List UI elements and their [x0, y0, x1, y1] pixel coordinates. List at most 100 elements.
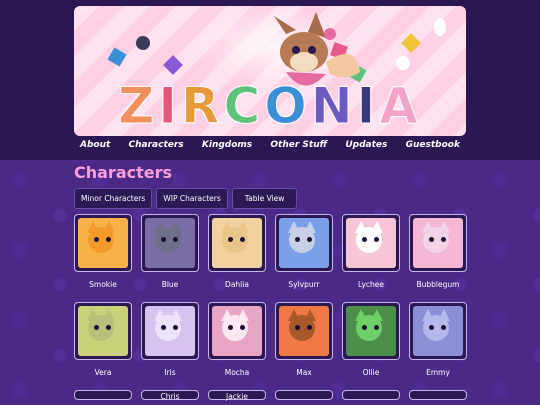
eye-icon	[161, 325, 166, 330]
logo-letter: C	[223, 77, 265, 136]
site-banner[interactable]: ZIRCONIA	[74, 6, 466, 136]
character-card[interactable]: Lychee	[342, 214, 400, 289]
page-title: Characters	[74, 163, 173, 182]
eye-icon	[362, 325, 367, 330]
eye-icon	[295, 237, 300, 242]
character-card[interactable]: Emmy	[409, 302, 467, 377]
character-name[interactable]: Ollie	[342, 368, 400, 377]
character-name[interactable]: Dahlia	[208, 280, 266, 289]
table-view-button[interactable]: Table View	[231, 188, 298, 209]
character-card[interactable]: Max	[275, 302, 333, 377]
character-portrait[interactable]	[275, 390, 333, 400]
eye-icon	[173, 237, 178, 242]
character-card[interactable]: Jackie	[208, 390, 266, 401]
eye-icon	[106, 237, 111, 242]
logo-letter: N	[310, 77, 357, 136]
logo-letter: I	[158, 77, 181, 136]
character-portrait[interactable]	[342, 390, 400, 400]
character-name[interactable]: Bubblegum	[409, 280, 467, 289]
character-portrait[interactable]	[74, 302, 132, 360]
eye-icon	[240, 325, 245, 330]
eye-icon	[441, 237, 446, 242]
view-buttons: Minor Characters WIP Characters Table Vi…	[74, 188, 298, 209]
eye-icon	[228, 237, 233, 242]
logo-letter: Z	[118, 77, 159, 136]
nav-about[interactable]: About	[74, 140, 116, 156]
character-portrait[interactable]	[275, 214, 333, 272]
character-card[interactable]: Vera	[74, 302, 132, 377]
character-name[interactable]: Chris	[141, 392, 199, 401]
character-card[interactable]: Mocha	[208, 302, 266, 377]
nav-guestbook[interactable]: Guestbook	[400, 140, 466, 156]
character-name[interactable]: Max	[275, 368, 333, 377]
logo-letter: I	[356, 77, 380, 136]
character-portrait[interactable]	[208, 214, 266, 272]
wip-characters-button[interactable]: WIP Characters	[156, 188, 228, 209]
character-name[interactable]: Lychee	[342, 280, 400, 289]
character-portrait[interactable]	[208, 302, 266, 360]
character-portrait[interactable]	[342, 214, 400, 272]
eye-icon	[374, 325, 379, 330]
character-card[interactable]: Blue	[141, 214, 199, 289]
character-portrait[interactable]	[409, 390, 467, 400]
nav-updates[interactable]: Updates	[339, 140, 393, 156]
character-portrait[interactable]	[342, 302, 400, 360]
site-logo[interactable]: ZIRCONIA	[74, 76, 466, 136]
gem-icon	[136, 36, 150, 50]
nav-characters[interactable]: Characters	[123, 140, 190, 156]
character-name[interactable]: Sylvpurr	[275, 280, 333, 289]
character-name[interactable]: Vera	[74, 368, 132, 377]
character-name[interactable]: Iris	[141, 368, 199, 377]
nav-kingdoms[interactable]: Kingdoms	[196, 140, 258, 156]
eye-icon	[429, 325, 434, 330]
eye-icon	[173, 325, 178, 330]
eye-icon	[374, 237, 379, 242]
minor-characters-button[interactable]: Minor Characters	[74, 188, 153, 209]
character-name[interactable]: Jackie	[208, 392, 266, 401]
logo-letter: O	[264, 77, 311, 136]
logo-letter: A	[379, 77, 422, 136]
character-card[interactable]	[342, 390, 400, 400]
character-card[interactable]: Iris	[141, 302, 199, 377]
character-card[interactable]: Dahlia	[208, 214, 266, 289]
eye-icon	[106, 325, 111, 330]
eye-icon	[441, 325, 446, 330]
character-name[interactable]: Smokie	[74, 280, 132, 289]
character-card[interactable]: Chris	[141, 390, 199, 401]
eye-icon	[161, 237, 166, 242]
character-card[interactable]	[74, 390, 132, 400]
character-name[interactable]: Blue	[141, 280, 199, 289]
character-card[interactable]	[275, 390, 333, 400]
eye-icon	[295, 325, 300, 330]
character-name[interactable]: Mocha	[208, 368, 266, 377]
eye-icon	[307, 237, 312, 242]
gem-icon	[107, 47, 127, 67]
eye-icon	[362, 237, 367, 242]
character-card[interactable]: Smokie	[74, 214, 132, 289]
character-portrait[interactable]	[74, 214, 132, 272]
eye-icon	[429, 237, 434, 242]
character-card[interactable]: Sylvpurr	[275, 214, 333, 289]
character-portrait[interactable]	[141, 214, 199, 272]
character-card[interactable]: Bubblegum	[409, 214, 467, 289]
eye-icon	[228, 325, 233, 330]
character-portrait[interactable]	[275, 302, 333, 360]
logo-letter: R	[180, 77, 224, 136]
gem-icon	[434, 18, 446, 36]
character-portrait[interactable]	[74, 390, 132, 400]
nav-other-stuff[interactable]: Other Stuff	[264, 140, 333, 156]
character-card[interactable]	[409, 390, 467, 400]
eye-icon	[94, 237, 99, 242]
character-name[interactable]: Emmy	[409, 368, 467, 377]
gem-icon	[401, 33, 421, 53]
character-portrait[interactable]	[409, 214, 467, 272]
eye-icon	[240, 237, 245, 242]
gem-icon	[396, 56, 410, 70]
character-portrait[interactable]	[409, 302, 467, 360]
eye-icon	[94, 325, 99, 330]
character-card[interactable]: Ollie	[342, 302, 400, 377]
character-portrait[interactable]	[141, 302, 199, 360]
eye-icon	[307, 325, 312, 330]
gem-icon	[163, 55, 183, 75]
main-nav: About Characters Kingdoms Other Stuff Up…	[74, 140, 466, 156]
